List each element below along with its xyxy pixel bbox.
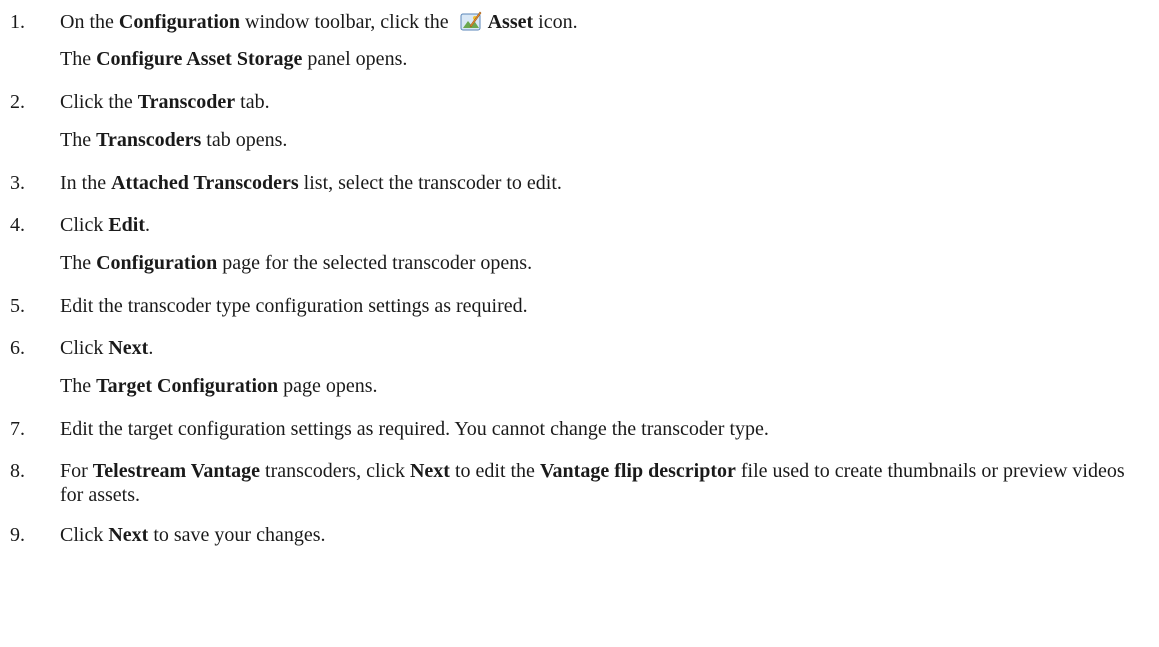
result-text: The Configuration page for the selected … [60,251,1151,275]
step-number: 5. [10,295,25,317]
ui-term: Next [409,460,450,482]
step-number: 9. [10,524,25,546]
text-run: Click [60,337,109,359]
text-run: The [60,129,97,151]
ui-term: Configuration [118,11,241,33]
text-run: The [60,252,97,274]
ui-term: Configuration [96,252,218,274]
text-run: to edit the [449,460,540,482]
result-text: The Configure Asset Storage panel opens. [60,47,1151,71]
text-run: The [60,48,97,70]
step-number: 4. [10,214,25,236]
result-text: The Target Configuration page opens. [60,374,1151,398]
text-run: icon. [533,11,578,33]
text-run: tab. [235,91,270,113]
ui-term: Attached Transcoders [111,172,299,194]
text-run: to save your changes. [148,524,326,546]
ui-term: Transcoder [137,91,236,113]
text-run: page for the selected transcoder opens. [217,252,533,274]
text-run: transcoders, click [260,460,410,482]
text-run: For [60,460,93,482]
text-run: Click [60,524,109,546]
text-run: On the [60,11,119,33]
text-run: . [148,337,154,359]
result-text: The Transcoders tab opens. [60,128,1151,152]
step-text: Click Next to save your changes. [60,523,1151,547]
step-number: 1. [10,11,25,33]
text-run: tab opens. [201,129,288,151]
ui-term: Telestream Vantage [92,460,261,482]
step-number: 2. [10,91,25,113]
text-run: page opens. [278,375,378,397]
text-run: Edit the target configuration settings a… [60,418,769,440]
step-number: 3. [10,172,25,194]
text-run: window toolbar, click the [240,11,454,33]
ui-term: Asset [487,11,534,33]
step-text: Click the Transcoder tab. [60,90,1151,114]
step-number: 7. [10,418,25,440]
step-text: Click Edit. [60,213,1151,237]
text-run: Click the [60,91,138,113]
step-number: 8. [10,460,25,482]
step-text: In the Attached Transcoders list, select… [60,171,1151,195]
text-run: The [60,375,97,397]
text-run: panel opens. [302,48,408,70]
text-run: Edit the transcoder type configuration s… [60,295,528,317]
ui-term: Vantage flip descriptor [539,460,736,482]
text-run: In the [60,172,112,194]
step-number: 6. [10,337,25,359]
ui-term: Edit [108,214,146,236]
text-run: list, select the transcoder to edit. [298,172,562,194]
ui-term: Next [108,337,149,359]
step-text: For Telestream Vantage transcoders, clic… [60,459,1151,507]
ui-term: Target Configuration [96,375,279,397]
text-run: . [145,214,151,236]
text-run: Click [60,214,109,236]
ui-term: Configure Asset Storage [96,48,303,70]
step-text: Click Next. [60,336,1151,360]
step-text: On the Configuration window toolbar, cli… [60,10,1151,34]
ui-term: Next [108,524,149,546]
instruction-list: 1. On the Configuration window toolbar, … [0,0,1159,647]
step-text: Edit the transcoder type configuration s… [60,294,1151,318]
step-text: Edit the target configuration settings a… [60,417,1151,441]
asset-storage-icon [460,10,482,32]
ui-term: Transcoders [96,129,202,151]
